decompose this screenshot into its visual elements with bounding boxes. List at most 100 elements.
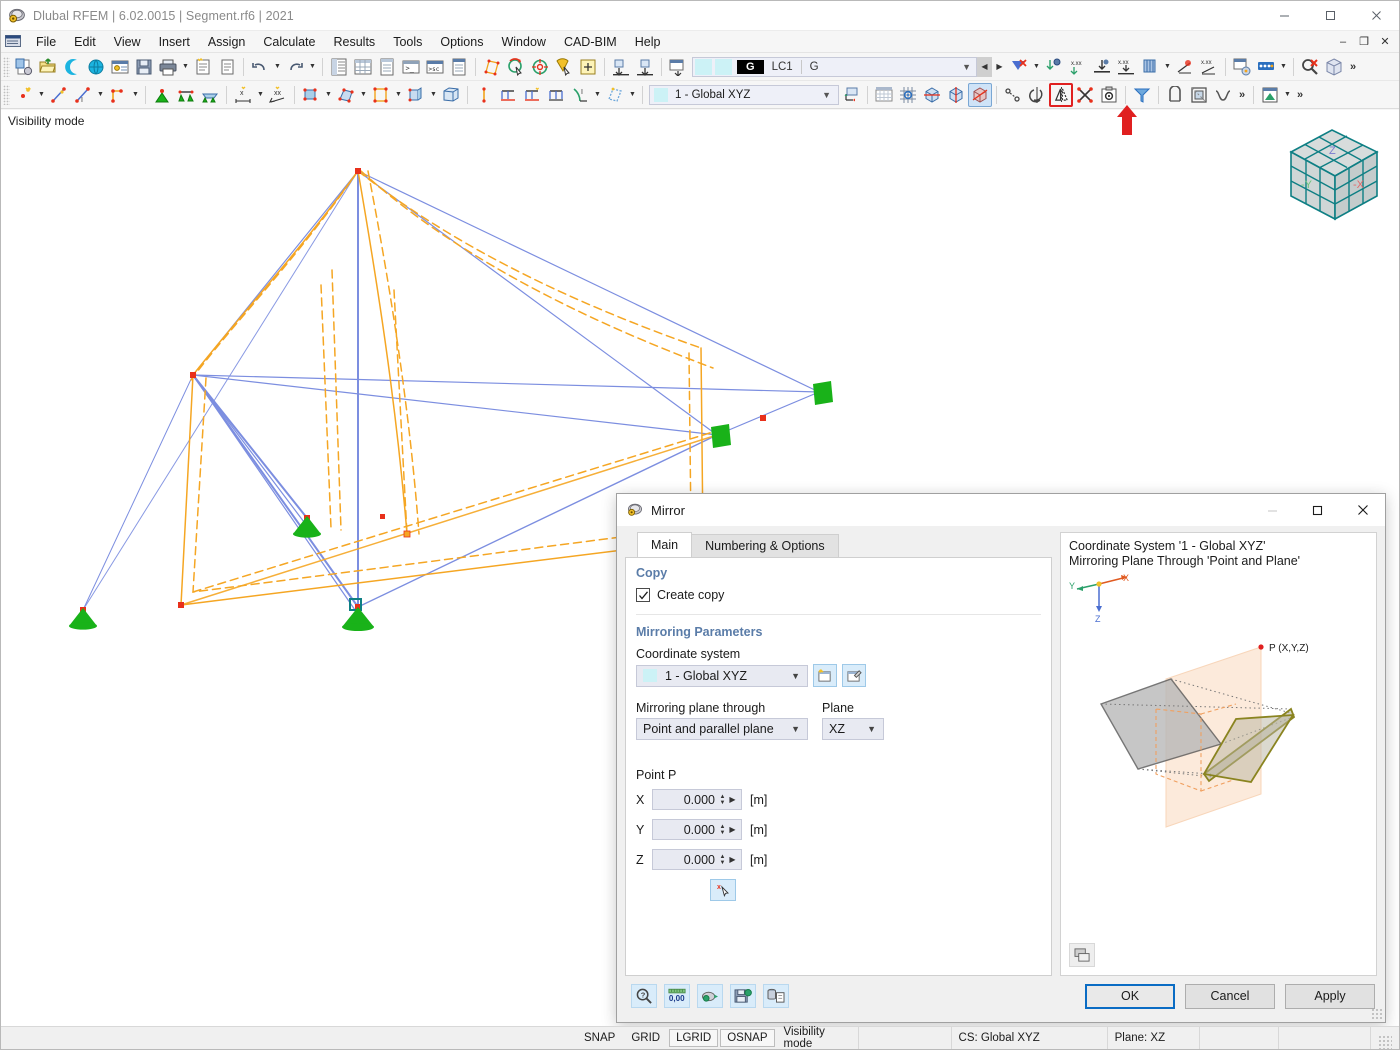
loadcase-icon-button[interactable] [666,55,690,79]
undo-button[interactable] [248,55,272,79]
dialog-maximize-button[interactable] [1295,494,1340,526]
new-block-button[interactable] [439,83,463,107]
create-copy-checkbox[interactable] [636,588,650,602]
coordinate-system-select[interactable]: 1 - Global XYZ ▼ [636,664,808,687]
log-button[interactable] [447,55,471,79]
member-hinge-button[interactable] [472,83,496,107]
menu-item-insert[interactable]: Insert [150,32,199,52]
coordinate-system-combobox[interactable]: 1 - Global XYZ ▼ [649,84,839,105]
new-line-variant-button[interactable]: I [71,83,95,107]
mirroring-plane-through-select[interactable]: Point and parallel plane ▼ [636,718,808,740]
menu-item-calculate[interactable]: Calculate [254,32,324,52]
select-surface-button[interactable] [480,55,504,79]
result-section-button[interactable] [603,83,627,107]
member-eccentricity-button[interactable] [496,83,520,107]
new-line-button[interactable] [47,83,71,107]
nodal-support-button[interactable] [150,83,174,107]
menu-item-tools[interactable]: Tools [384,32,431,52]
new-surface-dropdown-arrow[interactable]: ▼ [323,83,334,107]
point-x-expand-icon[interactable]: ▶ [727,795,738,804]
status-toggle-snap[interactable]: SNAP [577,1029,622,1047]
save-button[interactable] [132,55,156,79]
menu-item-results[interactable]: Results [325,32,385,52]
line-support-button[interactable] [174,83,198,107]
rotate-view-y-button[interactable] [944,83,968,107]
model-globe-button[interactable] [84,55,108,79]
menu-item-edit[interactable]: Edit [65,32,105,52]
rotate-view-x-button[interactable] [920,83,944,107]
printout-report-button[interactable] [191,55,215,79]
new-opening-button[interactable] [369,83,393,107]
loadcase-combobox[interactable]: G LC1 G ▼ [692,56,977,77]
undo-dropdown-arrow[interactable]: ▼ [272,55,283,79]
member-division-button[interactable] [544,83,568,107]
select-all-button[interactable] [576,55,600,79]
node-snap-button[interactable] [609,55,633,79]
navigator-button[interactable] [327,55,351,79]
new-node-button[interactable] [12,83,36,107]
chevron-down-icon[interactable]: ▼ [791,671,800,681]
tables-button[interactable] [351,55,375,79]
new-line-dropdown-arrow[interactable]: ▼ [95,83,106,107]
menu-item-options[interactable]: Options [431,32,492,52]
view-cube-button[interactable] [1322,55,1346,79]
status-toggle-grid[interactable]: GRID [624,1029,667,1047]
point-z-input[interactable]: 0.000 ▲ ▼ ▶ [652,849,742,870]
move-copy-button[interactable] [1001,83,1025,107]
table-filter-button[interactable] [375,55,399,79]
section-view-button[interactable] [1163,83,1187,107]
point-x-input[interactable]: 0.000 ▲ ▼ ▶ [652,789,742,810]
menu-item-cad-bim[interactable]: CAD-BIM [555,32,626,52]
new-solidset-button[interactable] [404,83,428,107]
ok-button[interactable]: OK [1085,983,1175,1009]
menu-item-file[interactable]: File [27,32,65,52]
status-visibility-mode[interactable]: Visibility mode [777,1026,858,1049]
chevron-down-icon[interactable]: ▼ [867,724,876,734]
nodal-load-button[interactable] [1042,55,1066,79]
window-minimize-button[interactable] [1261,1,1307,31]
settings-icon[interactable] [697,984,723,1008]
line-load-button[interactable] [1090,55,1114,79]
select-by-window-button[interactable] [504,55,528,79]
chevron-down-icon[interactable]: ▼ [791,724,800,734]
window-maximize-button[interactable] [1307,1,1353,31]
open-model-button[interactable] [36,55,60,79]
status-resize-grip[interactable] [1377,1035,1392,1049]
new-solid-button[interactable] [334,83,358,107]
print-dropdown-arrow[interactable]: ▼ [180,55,191,79]
results-button[interactable] [1254,55,1278,79]
edit-coordinate-system-icon[interactable] [842,664,866,687]
chevron-down-icon[interactable]: ▼ [962,62,971,72]
point-z-expand-icon[interactable]: ▶ [727,855,738,864]
menu-item-window[interactable]: Window [492,32,554,52]
delete-button[interactable] [1073,83,1097,107]
nodal-load-value-button[interactable]: x.xx [1066,55,1090,79]
command-console-button[interactable]: >_ [399,55,423,79]
export-tables-button[interactable] [1258,83,1282,107]
menu-item-assign[interactable]: Assign [199,32,255,52]
loadcase-next-button[interactable]: ▶ [992,57,1007,77]
new-node-dropdown-arrow[interactable]: ▼ [36,83,47,107]
grid-settings-button[interactable] [872,83,896,107]
toolbar2-overflow-chevron-2[interactable]: » [1293,84,1307,106]
toolbar-grip-2[interactable] [3,84,10,105]
help-icon[interactable]: ? [631,984,657,1008]
clipping-plane-button[interactable] [1187,83,1211,107]
tab-main[interactable]: Main [637,532,693,557]
mdi-minimize-button[interactable]: – [1333,33,1353,51]
tab-numbering-and-options[interactable]: Numbering & Options [691,534,839,557]
result-section-dropdown-arrow[interactable]: ▼ [627,83,638,107]
pick-point-in-view-icon[interactable]: x [710,879,736,901]
free-load-value-button[interactable]: x.xx [1197,55,1221,79]
point-y-expand-icon[interactable]: ▶ [727,825,738,834]
results-dropdown-arrow[interactable]: ▼ [1278,55,1289,79]
show-loads-button[interactable] [1007,55,1031,79]
show-loads-dropdown-arrow[interactable]: ▼ [1031,55,1042,79]
calculate-button[interactable] [1230,55,1254,79]
visibility-mode-button[interactable] [1130,83,1154,107]
toolbar2-overflow-chevron[interactable]: » [1235,84,1249,106]
free-load-button[interactable] [1173,55,1197,79]
toolbar1-overflow-chevron[interactable]: » [1346,56,1360,78]
member-result-dropdown-arrow[interactable]: ▼ [592,83,603,107]
status-toggle-osnap[interactable]: OSNAP [720,1029,775,1047]
